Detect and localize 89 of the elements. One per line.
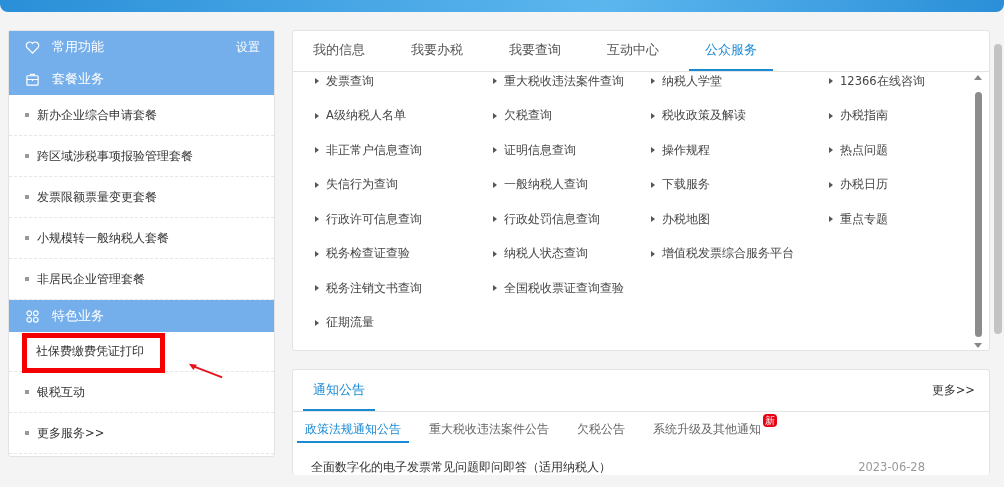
section-title: 常用功能 — [52, 38, 105, 56]
tab[interactable]: 我要办税 — [395, 31, 479, 71]
sidebar-item[interactable]: 发票限额票量变更套餐 — [37, 189, 157, 205]
triangle-icon — [651, 78, 655, 85]
page-scrollbar[interactable] — [994, 44, 1002, 334]
sidebar-item[interactable]: 银税互动 — [37, 384, 85, 400]
triangle-icon — [829, 112, 833, 119]
annotation-arrow — [187, 362, 225, 380]
triangle-icon — [493, 78, 497, 85]
service-link[interactable]: 税务注销文书查询 — [326, 280, 422, 296]
sidebar-item[interactable]: 更多服务>> — [37, 425, 105, 441]
service-link[interactable]: 纳税人学堂 — [662, 73, 722, 89]
triangle-icon — [493, 250, 497, 257]
sidebar-item[interactable]: 新办企业综合申请套餐 — [37, 107, 157, 123]
triangle-icon — [493, 112, 497, 119]
service-link[interactable]: 全国税收票证查询查验 — [504, 280, 624, 296]
heart-icon — [25, 39, 40, 55]
service-link[interactable]: 办税指南 — [840, 108, 888, 124]
bullet-icon — [25, 195, 29, 199]
service-link[interactable]: 证明信息查询 — [504, 142, 576, 158]
notice-link[interactable]: 全面数字化的电子发票常见问题即问即答（适用纳税人） — [311, 460, 611, 475]
tab[interactable]: 欠税公告 — [569, 418, 633, 443]
tab[interactable]: 我要查询 — [493, 31, 577, 71]
service-link[interactable]: A级纳税人名单 — [326, 108, 406, 124]
sidebar-item[interactable]: 非居民企业管理套餐 — [37, 271, 145, 287]
triangle-icon — [315, 285, 319, 292]
triangle-icon — [651, 250, 655, 257]
triangle-icon — [493, 181, 497, 188]
bullet-icon — [25, 390, 29, 394]
triangle-icon — [315, 147, 319, 154]
service-link[interactable]: 税收政策及解读 — [662, 108, 746, 124]
section-title: 特色业务 — [52, 307, 105, 325]
briefcase-icon — [25, 71, 40, 87]
triangle-icon — [651, 112, 655, 119]
sidebar-item[interactable]: 跨区域涉税事项报验管理套餐 — [37, 148, 193, 164]
triangle-icon — [651, 216, 655, 223]
scrollbar[interactable] — [973, 75, 983, 348]
service-link[interactable]: 行政处罚信息查询 — [504, 211, 600, 227]
triangle-icon — [493, 285, 497, 292]
service-link[interactable]: 重大税收违法案件查询 — [504, 73, 624, 89]
grid-icon — [25, 308, 40, 324]
triangle-icon — [829, 181, 833, 188]
bullet-icon — [25, 277, 29, 281]
bullet-icon — [25, 431, 29, 435]
triangle-icon — [315, 250, 319, 257]
tab[interactable]: 重大税收违法案件公告 — [421, 418, 557, 443]
new-badge: 新 — [763, 414, 777, 427]
panel-title-tab[interactable]: 通知公告 — [303, 370, 375, 411]
triangle-icon — [315, 78, 319, 85]
sidebar-item[interactable]: 社保费缴费凭证打印 — [36, 344, 144, 358]
sidebar-item[interactable]: 小规模转一般纳税人套餐 — [37, 230, 169, 246]
triangle-icon — [829, 216, 833, 223]
triangle-icon — [315, 112, 319, 119]
service-link[interactable]: 办税地图 — [662, 211, 710, 227]
service-link[interactable]: 下载服务 — [662, 177, 710, 193]
triangle-icon — [315, 216, 319, 223]
triangle-icon — [651, 181, 655, 188]
triangle-icon — [829, 147, 833, 154]
service-link[interactable]: 12366在线咨询 — [840, 73, 925, 89]
service-link[interactable]: 行政许可信息查询 — [326, 211, 422, 227]
tab[interactable]: 我的信息 — [297, 31, 381, 71]
triangle-icon — [493, 147, 497, 154]
triangle-icon — [651, 147, 655, 154]
triangle-icon — [315, 319, 319, 326]
notice-date: 2023-06-28 — [858, 460, 925, 475]
tab[interactable]: 公众服务 — [689, 31, 773, 71]
triangle-icon — [315, 181, 319, 188]
service-link[interactable]: 热点问题 — [840, 142, 888, 158]
bullet-icon — [25, 154, 29, 158]
service-link[interactable]: 征期流量 — [326, 315, 374, 331]
section-title: 套餐业务 — [52, 70, 105, 88]
more-link[interactable]: 更多>> — [931, 383, 975, 398]
service-link[interactable]: 操作规程 — [662, 142, 710, 158]
bullet-icon — [25, 236, 29, 240]
service-link[interactable]: 失信行为查询 — [326, 177, 398, 193]
tab[interactable]: 政策法规通知公告 — [297, 418, 409, 443]
tab[interactable]: 互动中心 — [591, 31, 675, 71]
service-link[interactable]: 增值税发票综合服务平台 — [662, 246, 794, 262]
service-link[interactable]: 一般纳税人查询 — [504, 177, 588, 193]
triangle-icon — [493, 216, 497, 223]
service-link[interactable]: 欠税查询 — [504, 108, 552, 124]
service-link[interactable]: 非正常户信息查询 — [326, 142, 422, 158]
bullet-icon — [25, 113, 29, 117]
service-link[interactable]: 办税日历 — [840, 177, 888, 193]
service-link[interactable]: 纳税人状态查询 — [504, 246, 588, 262]
triangle-icon — [829, 78, 833, 85]
service-link[interactable]: 发票查询 — [326, 73, 374, 89]
service-link[interactable]: 重点专题 — [840, 211, 888, 227]
service-link[interactable]: 税务检查证查验 — [326, 246, 410, 262]
